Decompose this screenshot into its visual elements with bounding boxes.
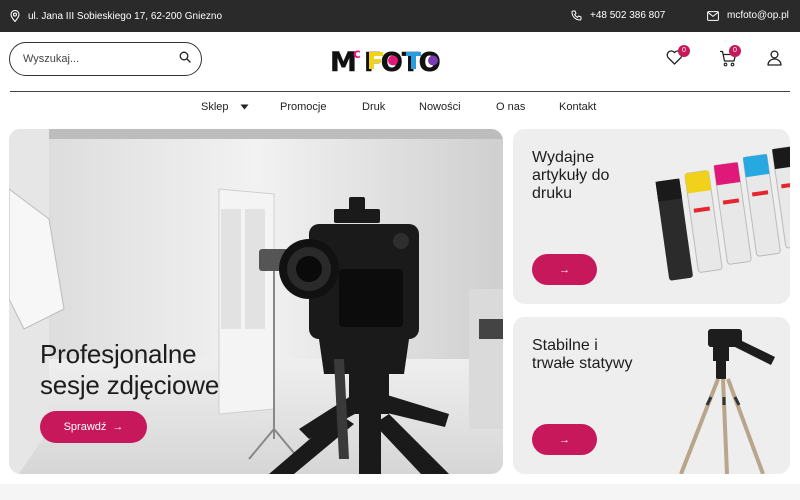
account-button[interactable] (767, 50, 782, 71)
hero-title: Profesjonalne sesje zdjęciowe (40, 339, 220, 400)
section-footer-strip (0, 484, 800, 500)
email-link[interactable]: mcfoto@op.pl (707, 10, 789, 21)
phone-text: +48 502 386 807 (590, 10, 666, 21)
hero-cta-label: Sprawdź (63, 421, 107, 433)
nav-item-news[interactable]: Nowości (419, 101, 461, 113)
hero-banner[interactable]: Profesjonalne sesje zdjęciowe Sprawdź → (9, 129, 503, 474)
caret-down-icon (240, 101, 249, 113)
wishlist-button[interactable]: 0 (666, 45, 690, 70)
address-info: ul. Jana III Sobieskiego 17, 62-200 Gnie… (10, 10, 222, 22)
user-icon (767, 50, 782, 70)
search-box (9, 42, 202, 76)
nav-item-print[interactable]: Druk (362, 101, 385, 113)
card-printing-title: Wydajne artykuły do druku (532, 149, 610, 202)
nav-item-shop-label: Sklep (201, 101, 229, 113)
main-navigation: Sklep Promocje Druk Nowości O nas Kontak… (0, 92, 800, 122)
logo-letter-c: c (353, 47, 361, 62)
search-icon[interactable] (179, 50, 191, 68)
card-printing-button[interactable]: → (532, 254, 597, 285)
mail-icon (707, 10, 719, 21)
nav-item-contact[interactable]: Kontakt (559, 101, 596, 113)
promo-card-printing[interactable]: Wydajne artykuły do druku → (513, 129, 790, 304)
phone-link[interactable]: +48 502 386 807 (571, 10, 665, 21)
search-input[interactable] (23, 53, 179, 65)
card-tripods-button[interactable]: → (532, 424, 597, 455)
card-tripods-title: Stabilne i trwałe statywy (532, 337, 633, 372)
top-info-bar: ul. Jana III Sobieskiego 17, 62-200 Gnie… (0, 0, 800, 32)
arrow-right-icon: → (112, 421, 124, 433)
cart-button[interactable]: 0 (719, 45, 741, 72)
phone-icon (571, 10, 582, 21)
arrow-right-icon: → (559, 433, 570, 446)
nav-item-promotions[interactable]: Promocje (280, 101, 326, 113)
arrow-right-icon: → (559, 263, 570, 276)
promo-card-tripods[interactable]: Stabilne i trwałe statywy → (513, 317, 790, 474)
cart-count-badge: 0 (729, 45, 741, 57)
location-pin-icon (10, 10, 20, 22)
nav-item-shop[interactable]: Sklep (201, 101, 249, 113)
site-logo[interactable]: M c FOTO (328, 44, 464, 79)
address-text: ul. Jana III Sobieskiego 17, 62-200 Gnie… (28, 10, 223, 22)
hero-cta-button[interactable]: Sprawdź → (40, 411, 147, 443)
email-text: mcfoto@op.pl (727, 10, 789, 21)
wishlist-count-badge: 0 (678, 45, 690, 57)
nav-item-about[interactable]: O nas (496, 101, 525, 113)
